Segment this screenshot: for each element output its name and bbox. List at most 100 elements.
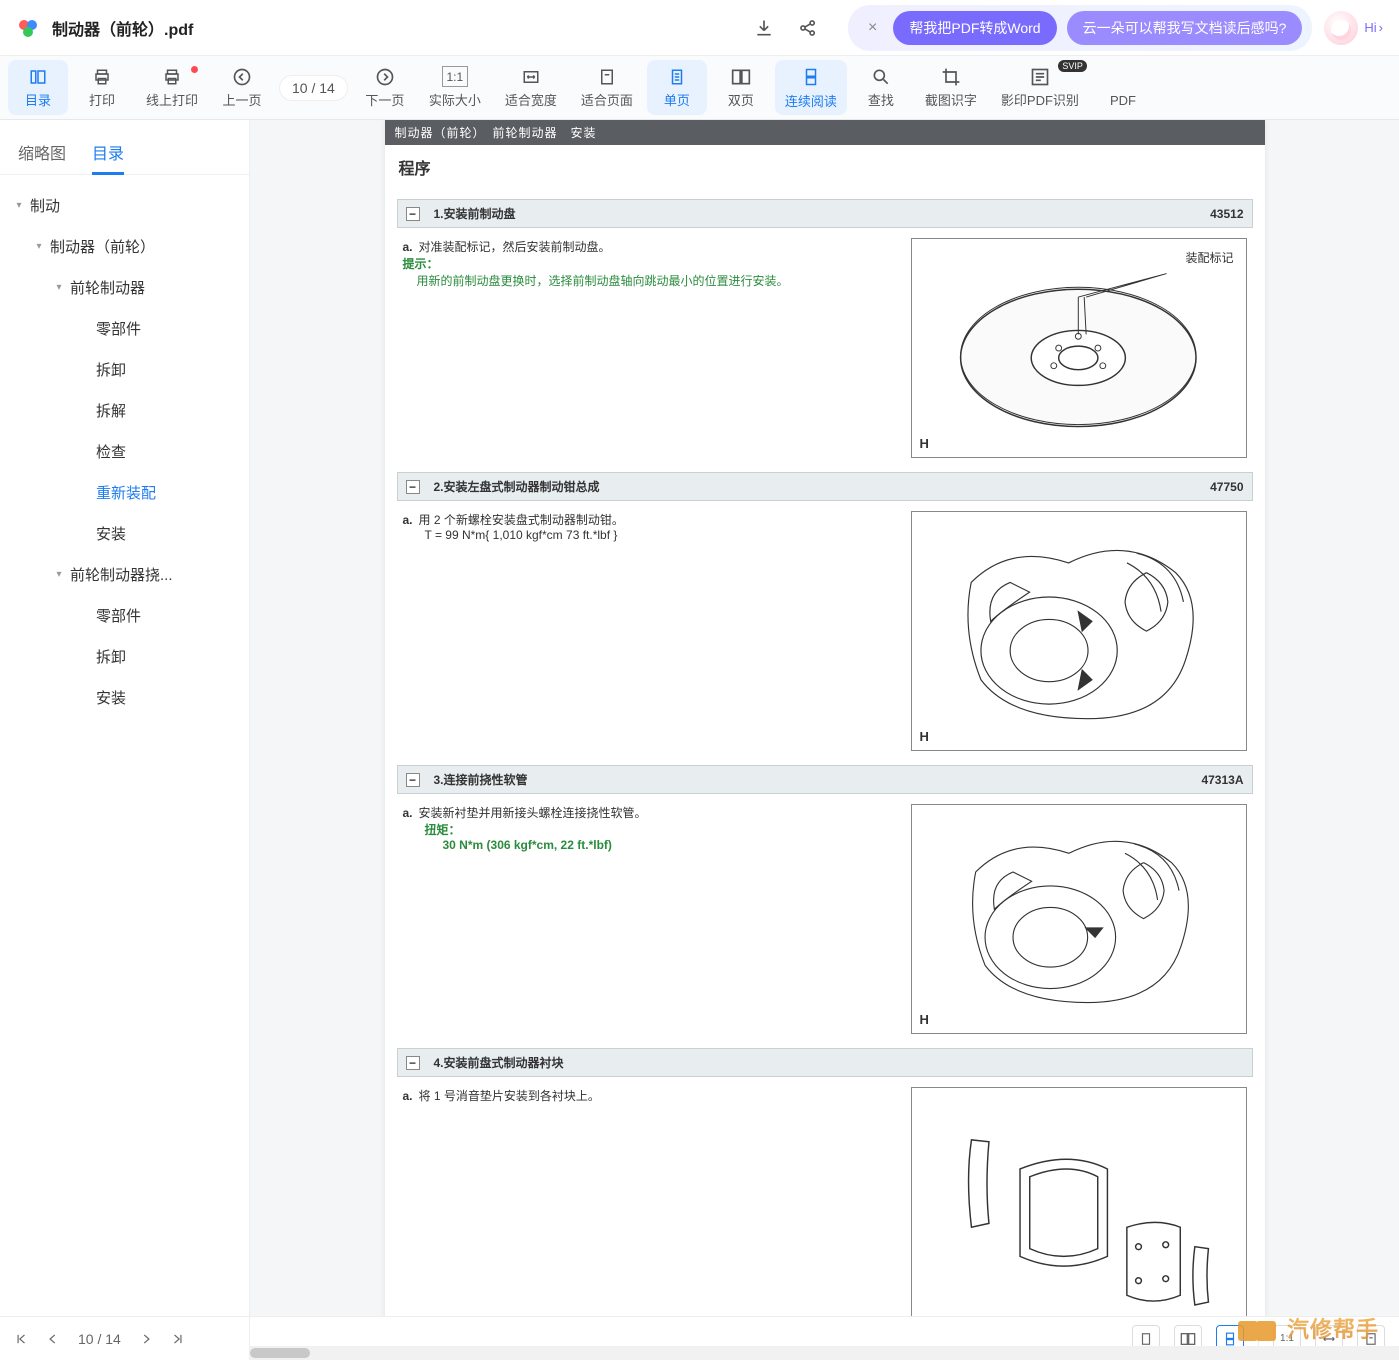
share-icon[interactable] — [790, 10, 826, 46]
double-page-button[interactable]: 双页 — [711, 60, 771, 115]
screenshot-ocr-button[interactable]: 截图识字 — [915, 60, 987, 115]
page-current: 10 — [292, 80, 308, 96]
promo-ai-summary-button[interactable]: 云一朵可以帮我写文档读后感吗? — [1067, 11, 1303, 45]
step-text: a.用 2 个新螺栓安装盘式制动器制动钳。 T = 99 N*m{ 1,010 … — [403, 511, 897, 751]
scrollbar-thumb[interactable] — [250, 1348, 310, 1358]
procedure-title: 程序 — [385, 145, 1265, 185]
tree-item[interactable]: ▾制动器（前轮） — [0, 226, 249, 267]
fit-width-icon — [520, 66, 542, 87]
prev-page-icon[interactable] — [46, 1332, 60, 1346]
chevron-down-icon: ▾ — [52, 282, 66, 293]
toc-button[interactable]: 目录 — [8, 60, 68, 115]
toc-tree: ▾制动 ▾制动器（前轮） ▾前轮制动器 零部件 拆卸 拆解 检查 重新装配 安装… — [0, 175, 249, 1316]
next-page-button[interactable]: 下一页 — [355, 60, 415, 115]
next-page-icon[interactable] — [139, 1332, 153, 1346]
sidebar-footer: 10 / 14 — [0, 1316, 249, 1360]
search-icon — [871, 66, 891, 87]
sidebar-tabs: 缩略图 目录 — [0, 120, 249, 175]
step-text: a.安装新衬垫并用新接头螺栓连接挠性软管。 扭矩： 30 N*m (306 kg… — [403, 804, 897, 1034]
toc-icon — [28, 66, 48, 87]
part-code: 47313A — [1201, 773, 1243, 787]
pdf-tools-button[interactable]: PDF — [1093, 60, 1153, 115]
hi-greeting[interactable]: Hi› — [1364, 20, 1383, 35]
fit-width-button[interactable]: 适合宽度 — [495, 60, 567, 115]
step-text: a.将 1 号消音垫片安装到各衬块上。 — [403, 1087, 897, 1347]
scan-pdf-ocr-button[interactable]: SVIP 影印PDF识别 — [991, 60, 1089, 115]
step-header: − 2.安装左盘式制动器制动钳总成 47750 — [397, 472, 1253, 501]
promo-pdf-to-word-button[interactable]: 帮我把PDF转成Word — [893, 11, 1056, 45]
chevron-down-icon: ▾ — [12, 200, 26, 211]
tree-item[interactable]: 安装 — [0, 513, 249, 554]
figure-brake-pads — [911, 1087, 1247, 1347]
chevron-down-icon: ▾ — [52, 569, 66, 580]
print-icon — [92, 66, 112, 87]
figure-caliper-assembly: H — [911, 511, 1247, 751]
continuous-read-button[interactable]: 连续阅读 — [775, 60, 847, 115]
doc-section-header: 制动器（前轮） 前轮制动器 安装 — [385, 120, 1265, 145]
step-header: − 4.安装前盘式制动器衬块 — [397, 1048, 1253, 1077]
titlebar: 制动器（前轮）.pdf × 帮我把PDF转成Word 云一朵可以帮我写文档读后感… — [0, 0, 1399, 56]
last-page-icon[interactable] — [171, 1332, 185, 1346]
caliper-illustration-icon — [928, 524, 1229, 738]
tree-item[interactable]: 拆卸 — [0, 636, 249, 677]
assistant-avatar-icon[interactable] — [1324, 11, 1358, 45]
tree-item[interactable]: 拆卸 — [0, 349, 249, 390]
single-page-button[interactable]: 单页 — [647, 60, 707, 115]
online-print-button[interactable]: 线上打印 — [136, 60, 208, 115]
print-button[interactable]: 打印 — [72, 60, 132, 115]
actual-size-button[interactable]: 1:1 实际大小 — [419, 60, 491, 115]
chevron-left-circle-icon — [232, 66, 252, 87]
tree-item-active[interactable]: 重新装配 — [0, 472, 249, 513]
fit-page-button[interactable]: 适合页面 — [571, 60, 643, 115]
tree-item[interactable]: ▾前轮制动器 — [0, 267, 249, 308]
document-viewport[interactable]: 制动器（前轮） 前轮制动器 安装 程序 − 1. 安装前制动盘 43512 a.… — [250, 120, 1399, 1360]
print-icon — [162, 66, 182, 87]
tree-item[interactable]: 零部件 — [0, 595, 249, 636]
step-header: − 1. 安装前制动盘 43512 — [397, 199, 1253, 228]
collapse-icon[interactable]: − — [406, 1056, 420, 1070]
watermark: 汽修帮手 — [1238, 1312, 1379, 1344]
single-page-icon — [668, 66, 686, 87]
notification-dot-icon — [191, 66, 198, 73]
one-to-one-icon: 1:1 — [442, 66, 469, 87]
tree-item[interactable]: 零部件 — [0, 308, 249, 349]
tree-item[interactable]: ▾前轮制动器挠... — [0, 554, 249, 595]
chevron-down-icon: ▾ — [32, 241, 46, 252]
continuous-icon — [802, 66, 820, 88]
first-page-icon[interactable] — [14, 1332, 28, 1346]
page-indicator[interactable]: 10 / 14 — [280, 76, 347, 100]
toolbar: 目录 打印 线上打印 上一页 10 / 14 下一页 1:1 实际大小 — [0, 56, 1399, 120]
promo-close-icon[interactable]: × — [862, 19, 883, 37]
fit-page-icon — [597, 66, 617, 87]
horizontal-scrollbar[interactable] — [250, 1346, 1399, 1360]
hose-illustration-icon — [928, 816, 1229, 1021]
download-icon[interactable] — [746, 10, 782, 46]
sidebar: 缩略图 目录 ▾制动 ▾制动器（前轮） ▾前轮制动器 零部件 拆卸 拆解 检查 … — [0, 120, 250, 1360]
part-code: 47750 — [1210, 480, 1243, 494]
tab-thumbnails[interactable]: 缩略图 — [18, 130, 66, 174]
prev-page-button[interactable]: 上一页 — [212, 60, 272, 115]
figure-brake-rotor: 装配标记 H — [911, 238, 1247, 458]
collapse-icon[interactable]: − — [406, 480, 420, 494]
collapse-icon[interactable]: − — [406, 773, 420, 787]
figure-annotation: 装配标记 — [1185, 249, 1233, 266]
chevron-right-icon: › — [1379, 20, 1383, 35]
tree-item[interactable]: ▾制动 — [0, 185, 249, 226]
search-button[interactable]: 查找 — [851, 60, 911, 115]
step-header: − 3.连接前挠性软管 47313A — [397, 765, 1253, 794]
figure-flex-hose: H — [911, 804, 1247, 1034]
crop-icon — [941, 66, 961, 87]
double-page-icon — [730, 66, 752, 87]
rotor-illustration-icon — [928, 250, 1229, 446]
collapse-icon[interactable]: − — [406, 207, 420, 221]
svip-badge: SVIP — [1058, 60, 1087, 72]
page: 制动器（前轮） 前轮制动器 安装 程序 − 1. 安装前制动盘 43512 a.… — [385, 120, 1265, 1360]
app-logo-icon — [16, 16, 40, 40]
part-code: 43512 — [1210, 207, 1243, 221]
tree-item[interactable]: 安装 — [0, 677, 249, 718]
pads-illustration-icon — [928, 1101, 1229, 1334]
tree-item[interactable]: 拆解 — [0, 390, 249, 431]
tree-item[interactable]: 检查 — [0, 431, 249, 472]
page-total: 14 — [319, 80, 335, 96]
tab-toc[interactable]: 目录 — [92, 130, 124, 174]
